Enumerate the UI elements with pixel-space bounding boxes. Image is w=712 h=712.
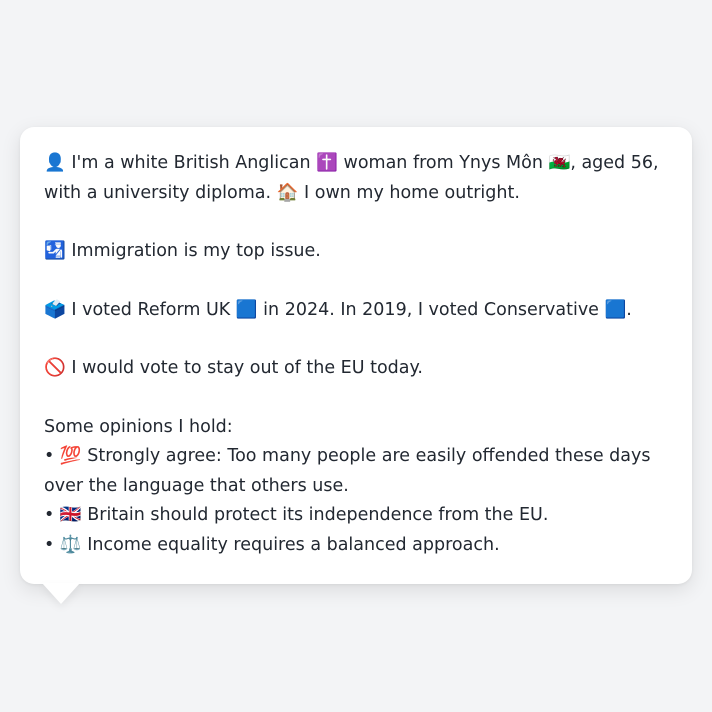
intro-text-2: woman from Ynys Môn bbox=[337, 153, 549, 173]
person-icon: 👤 bbox=[44, 153, 66, 173]
bullet-icon: • bbox=[44, 505, 55, 525]
wales-flag-icon: 🏴󠁧󠁢󠁷󠁬󠁳󠁿 bbox=[548, 153, 571, 173]
opinion-text: Strongly agree: Too many people are easi… bbox=[44, 446, 651, 496]
opinion-text: Britain should protect its independence … bbox=[81, 505, 549, 525]
opinion-item: • ⚖️ Income equality requires a balanced… bbox=[44, 531, 668, 561]
blue-square-icon: 🟦 bbox=[604, 299, 627, 320]
ballot-box-icon: 🗳️ bbox=[44, 299, 66, 320]
bubble-tail bbox=[42, 583, 80, 604]
issue-paragraph: 🛂 Immigration is my top issue. bbox=[44, 237, 668, 267]
opinion-text: Income equality requires a balanced appr… bbox=[81, 534, 500, 555]
prohibited-icon: 🚫 bbox=[44, 358, 66, 378]
cross-icon: ✝️ bbox=[316, 153, 338, 173]
eu-paragraph: 🚫 I would vote to stay out of the EU tod… bbox=[44, 354, 668, 384]
blue-square-icon: 🟦 bbox=[235, 299, 258, 320]
house-icon: 🏠 bbox=[276, 182, 299, 203]
uk-flag-icon: 🇬🇧 bbox=[59, 505, 82, 525]
intro-text-4: I own my home outright. bbox=[298, 182, 520, 203]
vote-paragraph: 🗳️ I voted Reform UK 🟦 in 2024. In 2019,… bbox=[44, 296, 668, 326]
bullet-icon: • bbox=[44, 534, 55, 555]
eu-text: I would vote to stay out of the EU today… bbox=[65, 358, 423, 378]
vote-text-3: . bbox=[626, 299, 632, 320]
opinions-heading: Some opinions I hold: bbox=[44, 416, 233, 437]
opinion-item: • 🇬🇧 Britain should protect its independ… bbox=[44, 501, 668, 531]
opinion-item: • 💯 Strongly agree: Too many people are … bbox=[44, 442, 668, 501]
intro-paragraph: 👤 I'm a white British Anglican ✝️ woman … bbox=[44, 149, 668, 208]
page: 👤 I'm a white British Anglican ✝️ woman … bbox=[0, 0, 712, 712]
persona-message-bubble: 👤 I'm a white British Anglican ✝️ woman … bbox=[20, 127, 692, 584]
balance-scale-icon: ⚖️ bbox=[59, 534, 82, 555]
vote-text-1: I voted Reform UK bbox=[65, 299, 236, 320]
bullet-icon: • bbox=[44, 446, 55, 466]
hundred-points-icon: 💯 bbox=[59, 446, 82, 466]
intro-text-1: I'm a white British Anglican bbox=[65, 153, 317, 173]
issue-text: Immigration is my top issue. bbox=[65, 241, 321, 261]
passport-control-icon: 🛂 bbox=[44, 241, 66, 261]
vote-text-2: in 2024. In 2019, I voted Conservative bbox=[257, 299, 605, 320]
